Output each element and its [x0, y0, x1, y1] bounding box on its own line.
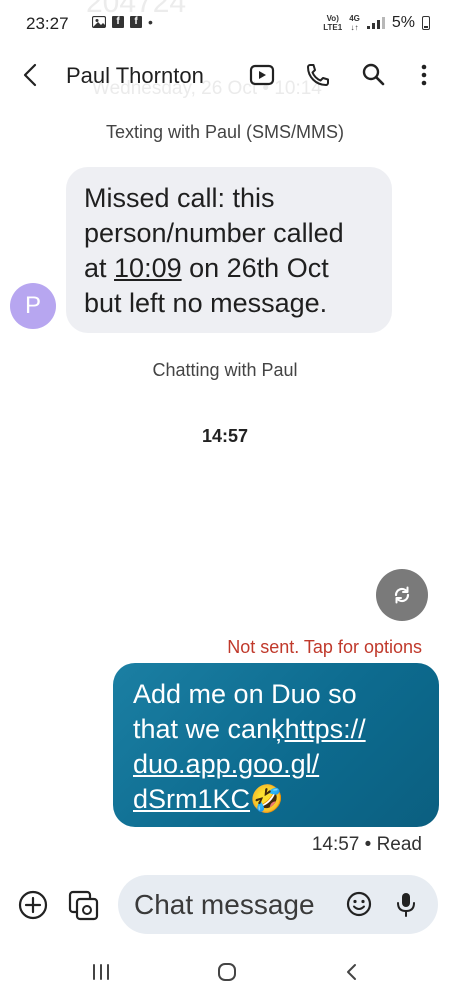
add-icon[interactable] [16, 888, 50, 922]
data-icon: 4G ↓↑ [349, 14, 360, 32]
navigation-bar [0, 945, 450, 999]
more-icon[interactable] [407, 58, 441, 92]
emoji-icon[interactable] [343, 888, 375, 920]
incoming-message[interactable]: Missed call: this person/number called a… [66, 167, 392, 333]
contact-name[interactable]: Paul Thornton [66, 63, 204, 89]
compose-bar [118, 875, 438, 934]
status-right-icons: Vo) LTE1 4G ↓↑ 5% [323, 14, 430, 32]
phone-icon[interactable] [301, 58, 335, 92]
message-line: that we canķhttps:// [133, 714, 366, 744]
search-icon[interactable] [357, 58, 391, 92]
message-link[interactable]: https:// [285, 714, 366, 744]
battery-icon [422, 16, 430, 30]
video-call-icon[interactable] [245, 58, 279, 92]
status-time: 23:27 [26, 14, 69, 33]
signal-icon [366, 17, 385, 29]
time-link[interactable]: 10:09 [114, 253, 182, 283]
back-icon[interactable] [14, 58, 48, 92]
message-line: Add me on Duo so [133, 679, 357, 709]
laughing-emoji: 🤣 [250, 784, 284, 814]
message-timestamp: 14:57 [201, 426, 249, 446]
message-line: dSrm1KC🤣 [133, 782, 421, 817]
message-line: person/number called [84, 218, 344, 248]
refresh-icon [394, 586, 410, 604]
volte-icon: Vo) LTE1 [323, 14, 343, 32]
battery-percent: 5% [391, 14, 415, 31]
retry-button[interactable] [376, 569, 428, 621]
message-line[interactable]: duo.app.goo.gl/ [133, 747, 421, 782]
facebook-icon: f [130, 16, 142, 28]
avatar[interactable]: P [10, 283, 56, 329]
recents-icon[interactable] [86, 957, 116, 987]
message-input[interactable] [134, 875, 334, 934]
mic-icon[interactable] [390, 888, 422, 920]
sent-status: 14:57 • Read [311, 834, 422, 855]
nav-back-icon[interactable] [337, 957, 367, 987]
notification-icons: f f • [92, 14, 153, 30]
photo-icon [92, 16, 106, 28]
status-bar: 23:27 f f • Vo) LTE1 4G ↓↑ 5% [0, 0, 450, 48]
more-notifications-dot: • [148, 14, 153, 30]
message-line: Missed call: this [84, 183, 275, 213]
message-line: at 10:09 on 26th Oct [84, 253, 329, 283]
facebook-icon: f [112, 16, 124, 28]
chat-info: Chatting with Paul [152, 360, 298, 380]
message-link[interactable]: dSrm1KC [133, 784, 250, 814]
outgoing-message[interactable]: Add me on Duo so that we canķhttps:// du… [113, 663, 439, 827]
conversation-info: Texting with Paul (SMS/MMS) [105, 122, 345, 142]
not-sent-status[interactable]: Not sent. Tap for options [227, 637, 422, 658]
gallery-icon[interactable] [64, 886, 102, 924]
message-line: but left no message. [84, 288, 328, 318]
home-icon[interactable] [212, 957, 242, 987]
